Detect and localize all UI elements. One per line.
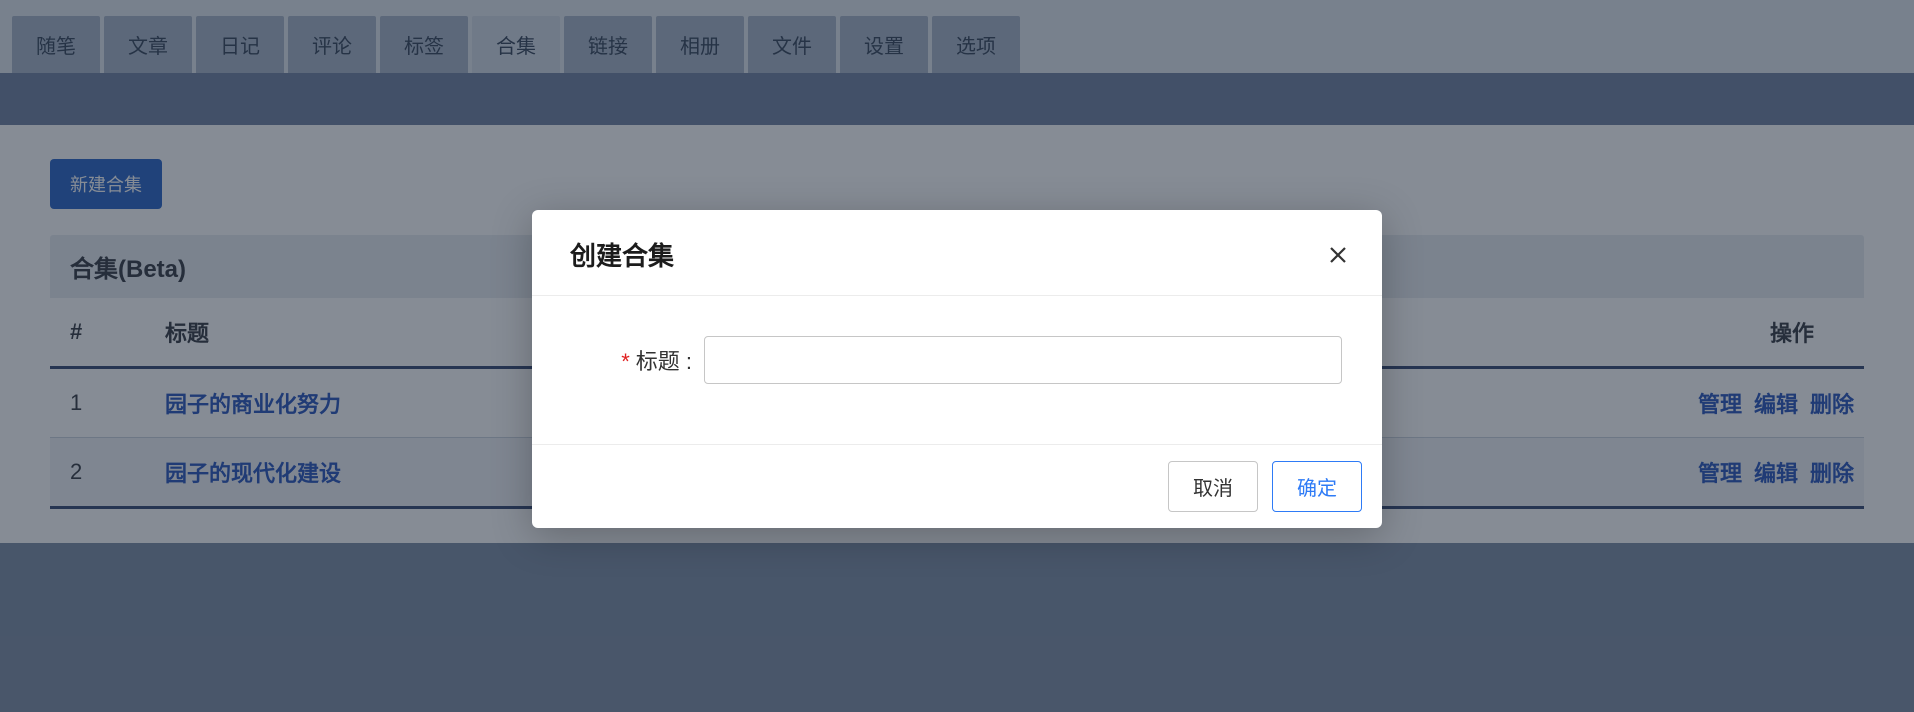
create-collection-modal: 创建合集 *标题 : 取消 确定: [532, 210, 1382, 528]
title-input[interactable]: [704, 336, 1342, 384]
close-icon[interactable]: [1326, 243, 1350, 267]
modal-footer: 取消 确定: [532, 444, 1382, 528]
modal-title: 创建合集: [570, 236, 674, 273]
field-label-text: 标题 :: [636, 349, 692, 374]
modal-overlay[interactable]: 创建合集 *标题 : 取消 确定: [0, 0, 1914, 712]
modal-body: *标题 :: [532, 296, 1382, 444]
title-field-label: *标题 :: [572, 344, 692, 376]
modal-header: 创建合集: [532, 210, 1382, 296]
confirm-button[interactable]: 确定: [1272, 461, 1362, 512]
required-star: *: [621, 349, 630, 374]
cancel-button[interactable]: 取消: [1168, 461, 1258, 512]
